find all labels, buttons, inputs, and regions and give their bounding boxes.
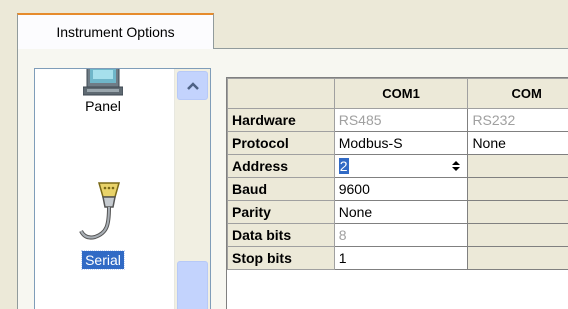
table-row: Stop bits 1 bbox=[227, 246, 568, 270]
settings-grid: COM1 COM Hardware RS485 RS232 Protocol M… bbox=[226, 77, 568, 309]
table-row: Parity None bbox=[227, 200, 568, 224]
table-row: Hardware RS485 RS232 bbox=[227, 108, 568, 132]
spinner-arrows-icon bbox=[452, 161, 461, 171]
row-header-hardware: Hardware bbox=[227, 108, 335, 132]
address-spinner[interactable] bbox=[449, 158, 463, 174]
list-item-label: Panel bbox=[85, 98, 121, 114]
scroll-thumb[interactable] bbox=[177, 261, 208, 309]
table-row: Data bits 8 bbox=[227, 223, 568, 247]
table-row: Address 2 bbox=[227, 154, 568, 178]
table-row: Protocol Modbus-S None bbox=[227, 131, 568, 155]
cell-parity-com2 bbox=[467, 200, 568, 224]
list-item-panel[interactable]: Panel bbox=[35, 69, 171, 115]
tab-label: Instrument Options bbox=[56, 24, 175, 40]
row-header-data-bits: Data bits bbox=[227, 223, 335, 247]
row-header-baud: Baud bbox=[227, 177, 335, 201]
row-header-address: Address bbox=[227, 154, 335, 178]
column-header-com2: COM bbox=[467, 78, 568, 109]
cell-protocol-com1[interactable]: Modbus-S bbox=[333, 131, 469, 155]
cell-data-bits-com2 bbox=[467, 223, 568, 247]
cell-address-com2 bbox=[467, 154, 568, 178]
tab-instrument-options[interactable]: Instrument Options bbox=[17, 13, 214, 49]
category-list[interactable]: Panel Serial bbox=[34, 68, 211, 309]
scroll-up-button[interactable] bbox=[177, 71, 208, 100]
cell-stop-bits-com1[interactable]: 1 bbox=[333, 246, 469, 270]
cell-baud-com2 bbox=[467, 177, 568, 201]
row-header-stop-bits: Stop bits bbox=[227, 246, 335, 270]
table-row: Baud 9600 bbox=[227, 177, 568, 201]
grid-corner bbox=[227, 78, 335, 109]
chevron-up-icon bbox=[186, 81, 199, 90]
cell-protocol-com2[interactable]: None bbox=[467, 131, 568, 155]
column-header-com1: COM1 bbox=[333, 78, 469, 109]
list-item-serial[interactable]: Serial bbox=[35, 181, 171, 270]
address-input[interactable]: 2 bbox=[338, 158, 349, 174]
cell-hardware-com2: RS232 bbox=[467, 108, 568, 132]
vertical-scrollbar[interactable] bbox=[174, 69, 210, 309]
list-item-label: Serial bbox=[81, 250, 125, 270]
cell-parity-com1[interactable]: None bbox=[333, 200, 469, 224]
row-header-parity: Parity bbox=[227, 200, 335, 224]
cell-address-com1[interactable]: 2 bbox=[333, 154, 469, 178]
serial-port-icon bbox=[79, 182, 120, 240]
panel-icon bbox=[83, 69, 123, 96]
cell-baud-com1[interactable]: 9600 bbox=[333, 177, 469, 201]
cell-stop-bits-com2 bbox=[467, 246, 568, 270]
cell-hardware-com1: RS485 bbox=[333, 108, 469, 132]
row-header-protocol: Protocol bbox=[227, 131, 335, 155]
cell-data-bits-com1: 8 bbox=[333, 223, 469, 247]
